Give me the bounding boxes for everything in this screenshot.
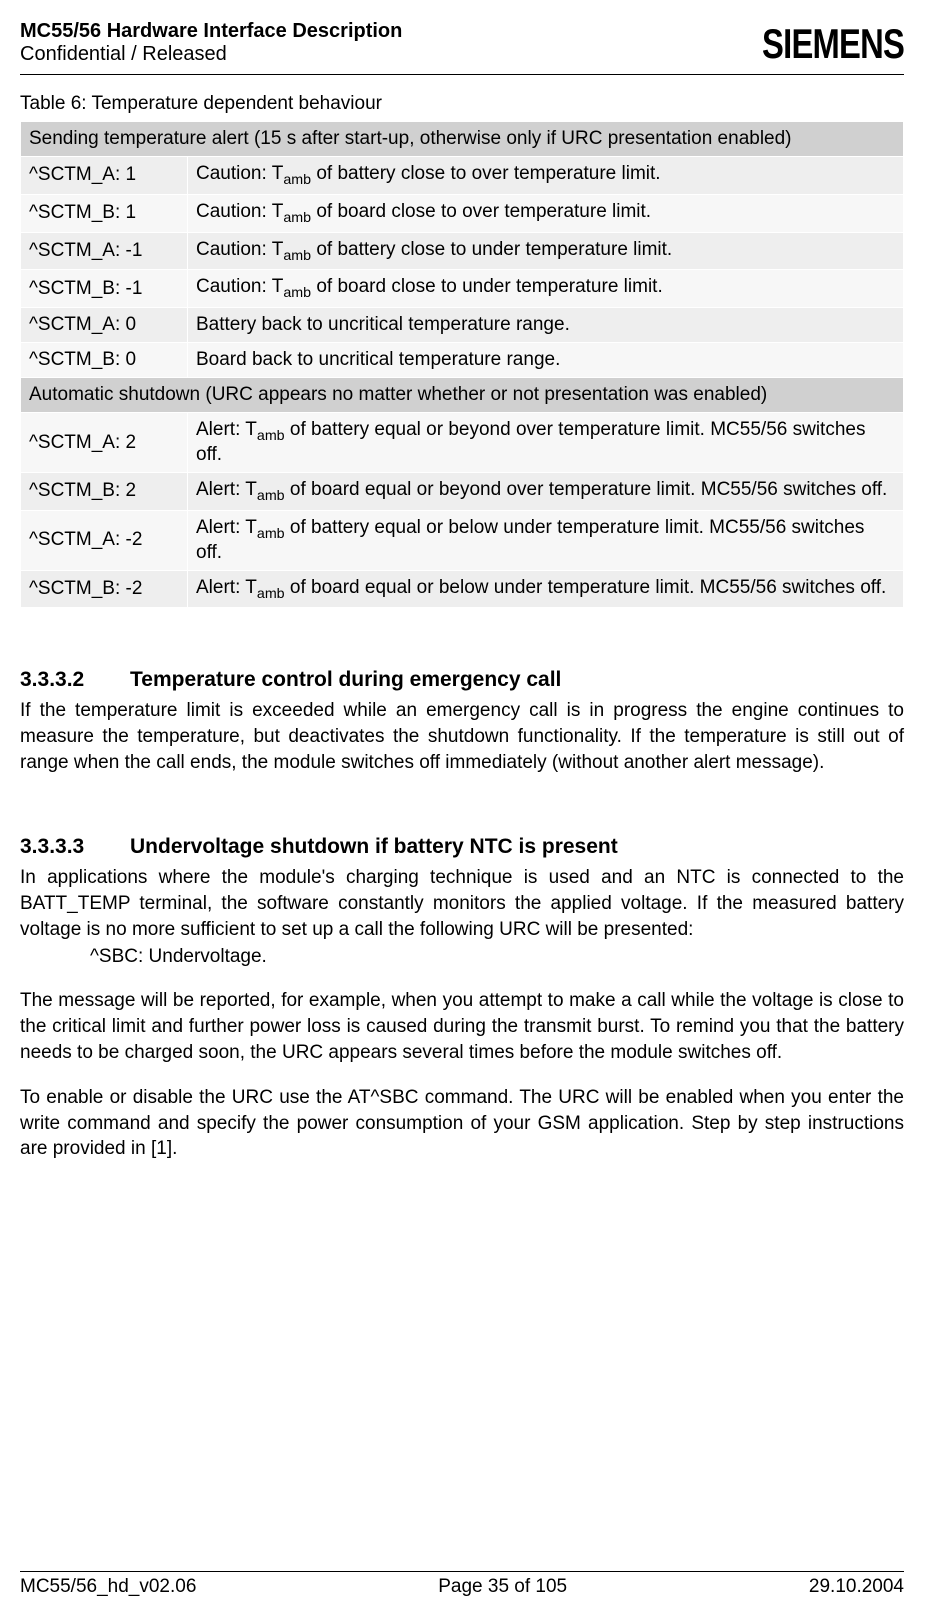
urc-code: ^SCTM_B: 1: [21, 194, 188, 232]
urc-description: Board back to uncritical temperature ran…: [188, 343, 904, 378]
footer-date: 29.10.2004: [809, 1576, 904, 1598]
siemens-logo: SIEMENS: [762, 20, 904, 68]
section-heading: 3.3.3.3Undervoltage shutdown if battery …: [20, 835, 904, 859]
table-caption: Table 6: Temperature dependent behaviour: [20, 93, 904, 115]
section-heading: 3.3.3.2Temperature control during emerge…: [20, 668, 904, 692]
urc-code: ^SCTM_A: -1: [21, 232, 188, 270]
section-number: 3.3.3.2: [20, 668, 130, 692]
urc-code: ^SCTM_A: 2: [21, 413, 188, 473]
urc-code: ^SCTM_A: 0: [21, 308, 188, 343]
urc-description: Caution: Tamb of battery close to over t…: [188, 157, 904, 195]
urc-description: Caution: Tamb of board close to over tem…: [188, 194, 904, 232]
urc-description: Caution: Tamb of board close to under te…: [188, 270, 904, 308]
urc-code: ^SCTM_B: -1: [21, 270, 188, 308]
page-header: MC55/56 Hardware Interface Description C…: [20, 20, 904, 68]
table-row: ^SCTM_A: -2 Alert: Tamb of battery equal…: [21, 510, 904, 570]
table-row: ^SCTM_B: 2 Alert: Tamb of board equal or…: [21, 472, 904, 510]
footer-doc-id: MC55/56_hd_v02.06: [20, 1576, 196, 1598]
section-body: If the temperature limit is exceeded whi…: [20, 698, 904, 775]
table-section1-title: Sending temperature alert (15 s after st…: [21, 122, 904, 157]
urc-description: Alert: Tamb of battery equal or below un…: [188, 510, 904, 570]
urc-code: ^SCTM_B: 0: [21, 343, 188, 378]
section-body: The message will be reported, for exampl…: [20, 988, 904, 1065]
urc-description: Alert: Tamb of board equal or below unde…: [188, 570, 904, 608]
temperature-behaviour-table: Sending temperature alert (15 s after st…: [20, 121, 904, 608]
table-row: ^SCTM_A: 2 Alert: Tamb of battery equal …: [21, 413, 904, 473]
table-section-header: Automatic shutdown (URC appears no matte…: [21, 378, 904, 413]
section-title: Temperature control during emergency cal…: [130, 668, 561, 691]
section-title: Undervoltage shutdown if battery NTC is …: [130, 835, 618, 858]
urc-description: Battery back to uncritical temperature r…: [188, 308, 904, 343]
doc-title: MC55/56 Hardware Interface Description: [20, 20, 402, 43]
table-section2-title: Automatic shutdown (URC appears no matte…: [21, 378, 904, 413]
doc-status: Confidential / Released: [20, 43, 402, 66]
table-row: ^SCTM_A: -1 Caution: Tamb of battery clo…: [21, 232, 904, 270]
page-footer: MC55/56_hd_v02.06 Page 35 of 105 29.10.2…: [20, 1563, 904, 1598]
urc-description: Caution: Tamb of battery close to under …: [188, 232, 904, 270]
urc-code: ^SCTM_A: -2: [21, 510, 188, 570]
table-row: ^SCTM_B: 1 Caution: Tamb of board close …: [21, 194, 904, 232]
urc-example: ^SBC: Undervoltage.: [90, 946, 904, 968]
urc-description: Alert: Tamb of battery equal or beyond o…: [188, 413, 904, 473]
table-row: ^SCTM_A: 1 Caution: Tamb of battery clos…: [21, 157, 904, 195]
table-row: ^SCTM_B: -2 Alert: Tamb of board equal o…: [21, 570, 904, 608]
table-row: ^SCTM_A: 0 Battery back to uncritical te…: [21, 308, 904, 343]
footer-page: Page 35 of 105: [438, 1576, 567, 1598]
urc-code: ^SCTM_B: 2: [21, 472, 188, 510]
section-body: In applications where the module's charg…: [20, 865, 904, 942]
section-body: To enable or disable the URC use the AT^…: [20, 1085, 904, 1162]
table-row: ^SCTM_B: 0 Board back to uncritical temp…: [21, 343, 904, 378]
header-divider: [20, 74, 904, 75]
table-section-header: Sending temperature alert (15 s after st…: [21, 122, 904, 157]
footer-divider: [20, 1571, 904, 1572]
urc-code: ^SCTM_B: -2: [21, 570, 188, 608]
urc-code: ^SCTM_A: 1: [21, 157, 188, 195]
table-row: ^SCTM_B: -1 Caution: Tamb of board close…: [21, 270, 904, 308]
urc-description: Alert: Tamb of board equal or beyond ove…: [188, 472, 904, 510]
section-number: 3.3.3.3: [20, 835, 130, 859]
